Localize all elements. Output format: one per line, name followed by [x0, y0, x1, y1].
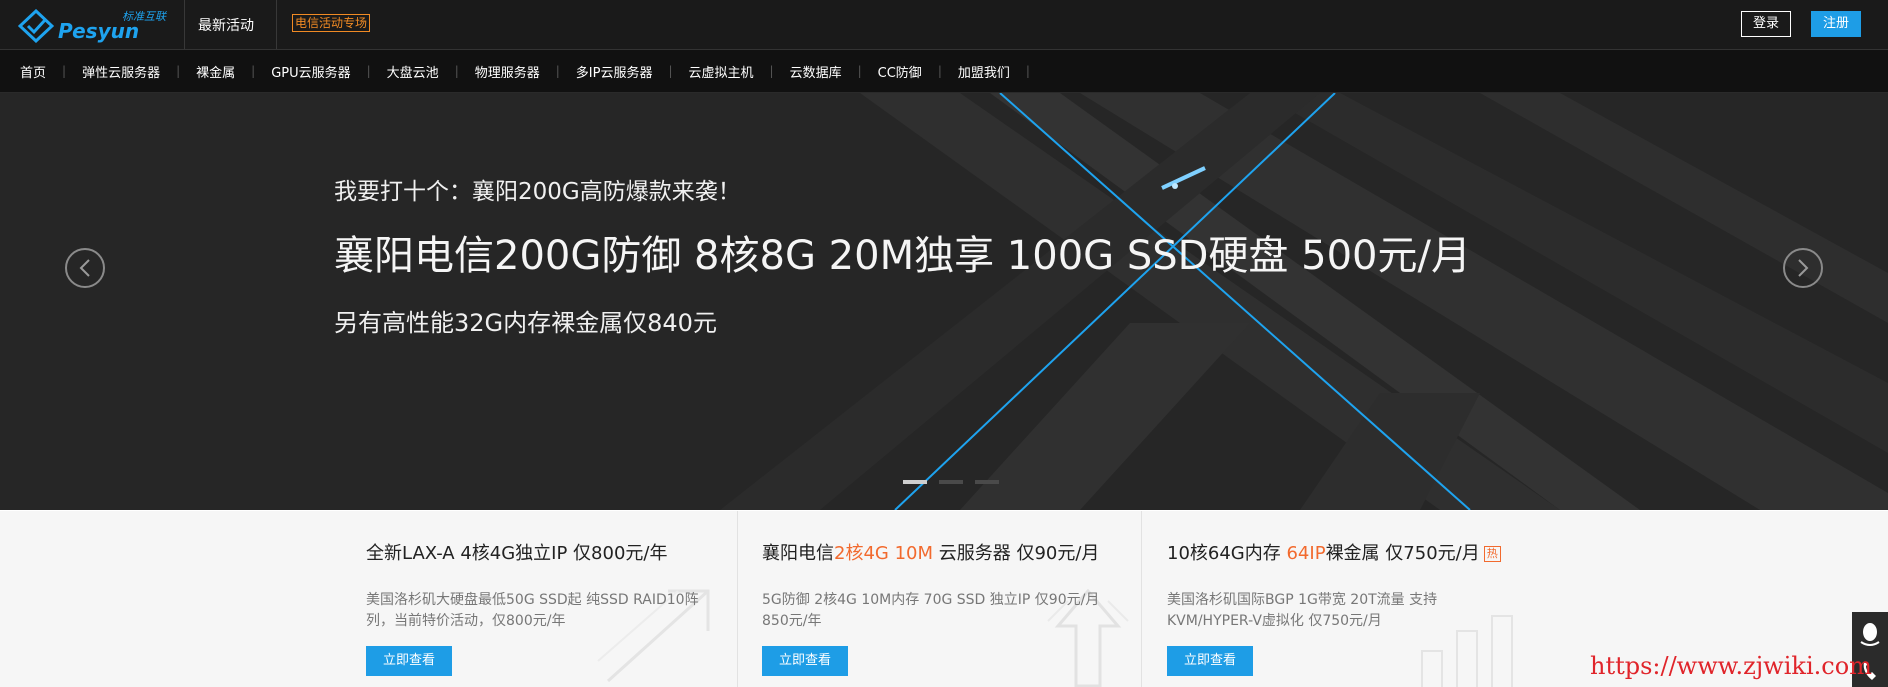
next-slide-button[interactable]	[1783, 248, 1823, 288]
nav-item-label: 多IP云服务器	[575, 65, 653, 81]
chevron-left-icon	[79, 259, 90, 277]
hero-subtitle: 我要打十个：襄阳200G高防爆款来袭！	[334, 179, 741, 205]
hero-banner: 我要打十个：襄阳200G高防爆款来袭！ 襄阳电信200G防御 8核8G 20M独…	[0, 93, 1888, 510]
login-button[interactable]: 登录	[1741, 11, 1791, 37]
nav-divider: |	[1025, 64, 1030, 78]
nav-item[interactable]: 物理服务器 |	[459, 62, 560, 81]
card-title: 10核64G内存 64IP裸金属 仅750元/月热	[1167, 539, 1501, 565]
nav-item[interactable]: 裸金属 |	[180, 62, 255, 81]
nav-item-label: 云数据库	[789, 65, 842, 81]
nav-item[interactable]: CC防御 |	[862, 62, 942, 81]
card-title: 襄阳电信2核4G 10M 云服务器 仅90元/月	[762, 543, 1100, 564]
product-card-xiangyang[interactable]: 襄阳电信2核4G 10M 云服务器 仅90元/月 5G防御 2核4G 10M内存…	[737, 511, 1141, 687]
chevron-right-icon	[1798, 259, 1809, 277]
view-now-button[interactable]: 立即查看	[366, 646, 452, 676]
main-nav: 首页 | 弹性云服务器 | 裸金属 | GPU云服务器 | 大盘云池 | 物理服务器 | 多IP云服务器…	[0, 50, 1888, 93]
watermark: https://www.zjwiki.com	[1590, 652, 1872, 680]
card-description: 美国洛杉矶国际BGP 1G带宽 20T流量 支持KVM/HYPER-V虚拟化 仅…	[1167, 592, 1438, 629]
nav-item[interactable]: 首页 |	[4, 62, 66, 81]
hot-badge: 热	[1483, 546, 1501, 562]
nav-list: 首页 | 弹性云服务器 | 裸金属 | GPU云服务器 | 大盘云池 | 物理服务器 | 多IP云服务器…	[0, 50, 1888, 92]
nav-item[interactable]: GPU云服务器 |	[255, 62, 370, 81]
card-description: 美国洛杉矶大硬盘最低50G SSD起 纯SSD RAID10阵列，当前特价活动，…	[366, 592, 699, 629]
slide-dot[interactable]	[975, 480, 999, 484]
hero-tagline: 另有高性能32G内存裸金属仅840元	[334, 309, 717, 337]
latest-activity-link[interactable]: 最新活动	[198, 15, 254, 35]
nav-item-label: 首页	[20, 65, 47, 81]
nav-item-label: 裸金属	[196, 65, 236, 81]
nav-item[interactable]: 加盟我们 |	[942, 62, 1030, 81]
nav-item-label: 加盟我们	[957, 65, 1010, 81]
nav-item[interactable]: 大盘云池 |	[371, 62, 459, 81]
nav-item[interactable]: 云数据库 |	[774, 62, 862, 81]
header-divider	[184, 0, 185, 49]
top-bar: Pesyun 标准互联 最新活动 电信活动专场 登录 注册	[0, 0, 1888, 50]
nav-item[interactable]: 弹性云服务器 |	[66, 62, 180, 81]
card-title: 全新LAX-A 4核4G独立IP 仅800元/年	[366, 543, 668, 564]
nav-item-label: 物理服务器	[474, 65, 540, 81]
view-now-button[interactable]: 立即查看	[762, 646, 848, 676]
nav-item-label: 云虚拟主机	[688, 65, 754, 81]
header-divider	[276, 0, 277, 49]
nav-item-label: 弹性云服务器	[82, 65, 161, 81]
hero-headline: 襄阳电信200G防御 8核8G 20M独享 100G SSD硬盘 500元/月	[334, 233, 1471, 279]
slide-dot[interactable]	[903, 480, 927, 484]
brand-slogan: 标准互联	[122, 10, 166, 23]
telecom-promo-link[interactable]: 电信活动专场	[292, 14, 371, 32]
nav-item-label: 大盘云池	[386, 65, 439, 81]
nav-item[interactable]: 多IP云服务器 |	[560, 62, 673, 81]
hero-background	[720, 93, 1888, 510]
nav-item-label: GPU云服务器	[271, 65, 351, 81]
logo[interactable]: Pesyun 标准互联	[18, 6, 168, 44]
view-now-button[interactable]: 立即查看	[1167, 646, 1253, 676]
nav-item-label: CC防御	[877, 65, 922, 81]
logo-icon	[18, 9, 54, 43]
nav-item[interactable]: 云虚拟主机 |	[673, 62, 774, 81]
prev-slide-button[interactable]	[65, 248, 105, 288]
product-card-lax[interactable]: 全新LAX-A 4核4G独立IP 仅800元/年 美国洛杉矶大硬盘最低50G S…	[338, 511, 736, 687]
register-button[interactable]: 注册	[1811, 11, 1861, 37]
slide-dot[interactable]	[939, 480, 963, 484]
card-description: 5G防御 2核4G 10M内存 70G SSD 独立IP 仅90元/月 850元…	[762, 592, 1100, 629]
slide-indicators	[903, 480, 999, 484]
qq-icon[interactable]	[1852, 614, 1888, 654]
